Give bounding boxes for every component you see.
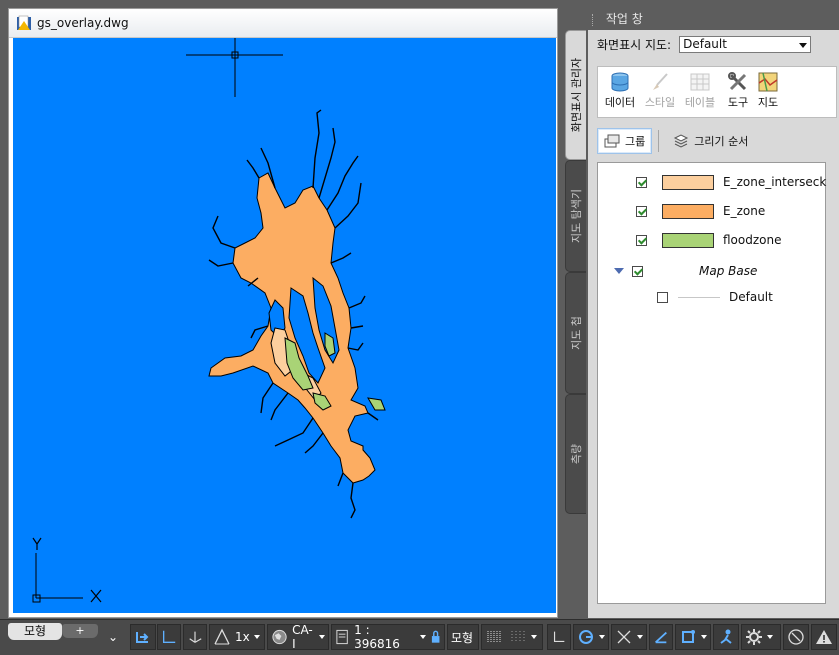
task-pane: 작업 창 화면표시 관리자 지도 탐색기 지도 첩 측량 화면표시 지도: De… [565, 8, 839, 618]
chevron-down-icon [637, 635, 643, 639]
layer-row[interactable]: floodzone [636, 229, 782, 251]
brush-icon [653, 73, 668, 90]
database-icon [611, 72, 629, 92]
model-layout-tab[interactable]: 모형 [8, 623, 62, 640]
object-snap-button[interactable] [675, 624, 711, 650]
annotation-icon [214, 628, 230, 645]
isometric-icon [189, 631, 202, 643]
annotation-person-icon [720, 629, 732, 644]
annotation-visibility-button[interactable] [713, 624, 739, 650]
map-button[interactable]: 지도 [748, 69, 788, 115]
ortho-mode-icon [553, 631, 565, 643]
gear-icon [746, 629, 762, 645]
coordinate-system-button[interactable]: CA-I [267, 623, 329, 651]
layer-list: E_zone_interseck E_zone floodzone Map Ba… [597, 162, 826, 604]
display-map-label: 화면표시 지도: [597, 38, 672, 52]
isodraft-button[interactable] [611, 624, 647, 650]
floodzone-polygon [367, 397, 386, 411]
model-space-button[interactable]: 모형 [447, 624, 479, 650]
snap-icon [511, 631, 525, 643]
map-scale-button[interactable]: 1 : 396816 [331, 623, 445, 651]
document-icon [336, 629, 348, 645]
style-button[interactable]: 스타일 [640, 69, 680, 115]
chevron-down-icon [319, 635, 325, 639]
group-row-map-base[interactable]: Map Base [614, 260, 757, 282]
data-button[interactable]: 데이터 [600, 69, 640, 115]
layer-color-swatch [662, 174, 714, 190]
polar-tracking-button[interactable] [573, 624, 609, 650]
chevron-down-icon [253, 635, 260, 639]
ucs-switch-button[interactable] [130, 624, 156, 650]
map-icon [758, 72, 778, 92]
base-child-checkbox[interactable] [657, 291, 668, 303]
layer-visibility-checkbox[interactable] [636, 234, 647, 246]
crosshair-cursor [186, 38, 283, 97]
grid-icon [487, 631, 501, 643]
drawing-window: gs_overlay.dwg [8, 8, 558, 618]
ortho-button[interactable] [157, 624, 181, 650]
workspace-settings-button[interactable] [741, 624, 781, 650]
chevron-down-icon [799, 43, 808, 48]
snap-tracking-icon [655, 631, 667, 644]
display-manager-toolbar: 데이터 스타일 테이블 도구 지도 [597, 66, 837, 118]
tab-display-manager[interactable]: 화면표시 관리자 [565, 30, 586, 160]
task-pane-title-bar[interactable]: 작업 창 [592, 10, 839, 28]
layer-row[interactable]: E_zone_interseck [636, 171, 826, 193]
table-button[interactable]: 테이블 [680, 69, 720, 115]
tab-survey[interactable]: 측량 [565, 394, 586, 514]
polar-icon [579, 630, 593, 644]
annotation-scale-button[interactable]: 1x [209, 624, 265, 650]
layout-menu-icon[interactable]: ⌄ [108, 622, 118, 652]
chevron-down-icon [419, 635, 426, 639]
layer-visibility-checkbox[interactable] [636, 205, 647, 217]
display-map-select[interactable]: Default [679, 36, 812, 53]
grid-snap-button[interactable] [481, 624, 543, 650]
drawing-title: gs_overlay.dwg [37, 16, 129, 30]
lock-icon[interactable] [430, 630, 441, 644]
ucs-axis-icon [32, 537, 102, 603]
layer-row[interactable]: E_zone [636, 200, 765, 222]
display-manager-panel: 화면표시 지도: Default 데이터 스타일 테이블 도구 지도 그룹 그리… [588, 30, 839, 618]
expand-triangle-icon[interactable] [614, 268, 624, 274]
warning-button[interactable] [811, 624, 837, 650]
toolbar-separator [658, 130, 660, 152]
draw-order-button[interactable]: 그리기 순서 [667, 128, 754, 154]
table-icon [690, 73, 710, 91]
layer-group-icon [604, 134, 620, 148]
warning-icon [816, 630, 832, 644]
tools-icon [728, 72, 747, 91]
chevron-down-icon [767, 635, 773, 639]
ortho-icon [163, 630, 176, 643]
object-snap-tracking-button[interactable] [649, 624, 673, 650]
isodraft-icon [617, 630, 631, 644]
chevron-down-icon [599, 635, 605, 639]
map-viewport[interactable] [13, 38, 556, 613]
status-bar: 모형 + ⌄ 1x CA-I 1 : 396816 모형 [0, 619, 839, 655]
ortho-mode-button[interactable] [547, 624, 571, 650]
layer-color-swatch [662, 232, 714, 248]
base-child-row[interactable]: Default [657, 286, 773, 308]
isometric-button[interactable] [183, 624, 207, 650]
add-layout-tab[interactable]: + [62, 624, 98, 638]
tab-map-book[interactable]: 지도 첩 [565, 272, 586, 394]
draw-order-icon [674, 134, 689, 148]
tab-map-explorer[interactable]: 지도 탐색기 [565, 160, 586, 272]
dwg-file-icon [17, 15, 31, 30]
group-view-button[interactable]: 그룹 [597, 128, 653, 154]
ucs-swap-icon [136, 632, 149, 643]
chevron-down-icon [531, 635, 537, 639]
no-isolation-icon [788, 629, 804, 645]
line-style-preview [678, 296, 720, 298]
layer-color-swatch [662, 203, 714, 219]
map-canvas[interactable] [13, 38, 556, 613]
osnap-icon [682, 630, 695, 643]
drawing-tab[interactable]: gs_overlay.dwg [9, 9, 557, 38]
isolate-objects-button[interactable] [783, 624, 809, 650]
chevron-down-icon [701, 635, 707, 639]
group-visibility-checkbox[interactable] [632, 265, 643, 277]
grip-icon[interactable] [592, 13, 596, 26]
task-pane-title: 작업 창 [605, 12, 643, 26]
globe-icon [272, 629, 287, 645]
layer-visibility-checkbox[interactable] [636, 176, 647, 188]
